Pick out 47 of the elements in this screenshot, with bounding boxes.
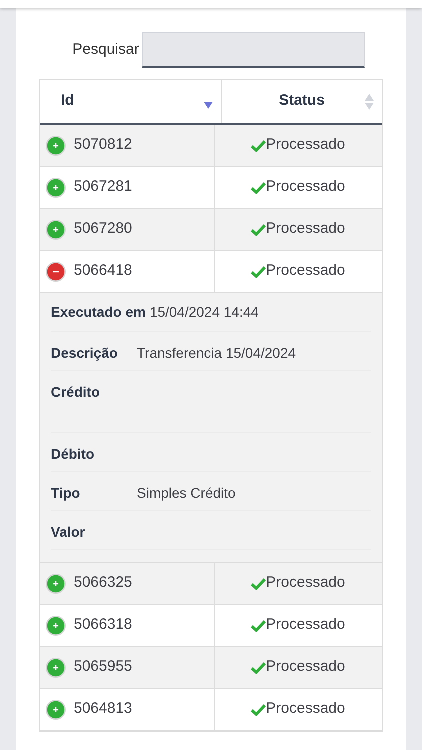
- detail-label: Executado em: [51, 302, 146, 322]
- detail-value: Transferencia 15/04/2024: [137, 344, 296, 363]
- check-icon: [251, 662, 266, 674]
- status-text: Processado: [266, 573, 346, 594]
- expand-icon[interactable]: [46, 658, 66, 678]
- status-text: Processado: [266, 219, 346, 240]
- id-text: 5066418: [74, 261, 132, 282]
- search-field[interactable]: [142, 32, 366, 68]
- id-text: 5070812: [74, 135, 132, 156]
- status-text: Processado: [266, 261, 346, 282]
- detail-label: Crédito: [51, 383, 101, 402]
- sort-descending-icon[interactable]: [204, 102, 213, 109]
- check-icon: [251, 224, 266, 236]
- column-header[interactable]: Status: [222, 80, 382, 123]
- status-text: Processado: [266, 615, 346, 636]
- id-text: 5064813: [74, 699, 132, 720]
- status-text: Processado: [266, 177, 346, 198]
- expand-icon[interactable]: [46, 178, 66, 198]
- check-icon: [251, 704, 266, 716]
- detail-label: Descrição: [51, 344, 119, 363]
- detail-label: Valor: [51, 523, 86, 542]
- sort-icon[interactable]: [365, 94, 374, 110]
- status-text: Processado: [266, 657, 346, 678]
- id-text: 5066318: [74, 615, 132, 636]
- check-icon: [251, 140, 266, 152]
- id-text: 5067281: [74, 177, 132, 198]
- column-header[interactable]: Id: [40, 80, 222, 123]
- detail-value: 15/04/2024 14:44: [150, 302, 259, 322]
- expand-icon[interactable]: [46, 616, 66, 636]
- check-icon: [251, 182, 266, 194]
- expand-icon[interactable]: [46, 700, 66, 720]
- id-text: 5066325: [74, 573, 132, 594]
- status-text: Processado: [266, 699, 346, 720]
- search-label: Pesquisar: [72, 40, 140, 60]
- id-text: 5067280: [74, 219, 132, 240]
- detail-value: Simples Crédito: [137, 484, 236, 503]
- expand-icon[interactable]: [46, 574, 66, 594]
- collapse-icon[interactable]: [46, 262, 66, 282]
- status-text: Processado: [266, 135, 346, 156]
- check-icon: [251, 620, 266, 632]
- detail-label: Tipo: [51, 484, 82, 503]
- expand-icon[interactable]: [46, 136, 66, 156]
- expand-icon[interactable]: [46, 220, 66, 240]
- check-icon: [251, 578, 266, 590]
- id-text: 5065955: [74, 657, 132, 678]
- check-icon: [251, 266, 266, 278]
- detail-label: Débito: [51, 445, 96, 464]
